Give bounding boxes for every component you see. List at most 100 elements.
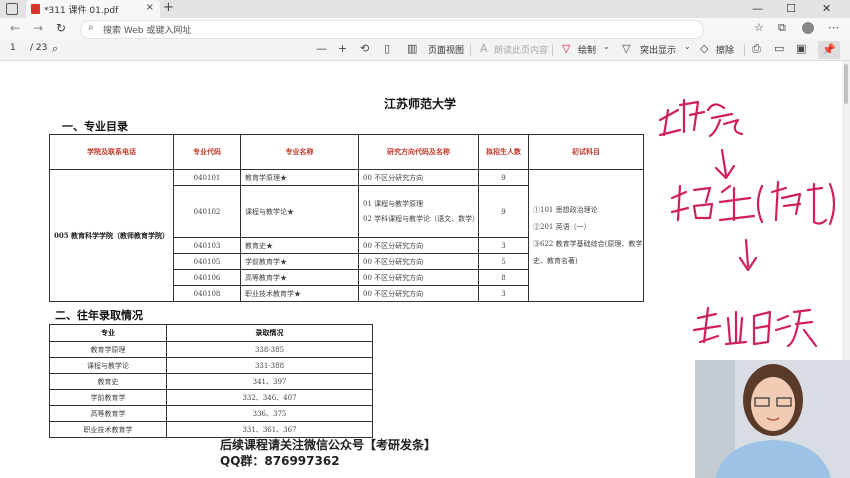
major-cell: 高等教育学 [49,405,167,422]
major-name: 教育学原理★ [240,169,359,186]
direction: 00 不区分研究方向 [358,253,479,270]
highlight-icon[interactable]: ▽ [622,42,630,55]
new-tab-button[interactable]: + [163,0,174,15]
address-bar[interactable]: ⌕ 搜索 Web 或键入网址 [80,20,704,39]
major-cell: 教育学原理 [49,341,167,358]
header-cell: 拟招生人数 [478,134,529,170]
subject-item: ③622 教育学基础综合(原理、教学史、教育名著) [533,239,643,265]
subject-item: ②201 英语（一） [533,222,591,231]
zoom-out-button[interactable]: — [316,42,327,55]
divider [470,44,471,56]
score-cell: 336、375 [166,405,373,422]
major-cell: 课程与教学论 [49,357,167,374]
tab-actions-icon[interactable] [6,3,18,15]
scrollbar[interactable] [842,61,850,361]
major-cell: 学前教育学 [49,389,167,406]
more-icon[interactable]: ⋯ [828,21,839,34]
presenter-video [695,360,850,478]
chevron-down-icon[interactable]: ⌄ [684,42,691,51]
page-view-icon[interactable]: ▥ [407,42,417,55]
table-row: 高等教育学 336、375 [49,405,373,422]
watermark-line1: 后续课程请关注微信公众号【考研发条】 [220,438,437,452]
table-row: 课程与教学论 331-388 [49,357,373,374]
score-cell: 338-385 [166,341,373,358]
enroll-count: 3 [478,285,529,302]
header-cell: 研究方向代码及名称 [358,134,479,170]
direction: 00 不区分研究方向 [358,169,479,186]
fit-icon[interactable]: ▭ [774,42,784,55]
window-close-button[interactable]: ✕ [822,2,831,15]
direction-line: 02 学科课程与教学论（语文、数学） [363,214,479,223]
erase-button[interactable]: 擦除 [716,43,734,56]
table-row: 学前教育学 332、346、407 [49,389,373,406]
major-code: 040108 [173,285,241,302]
highlight-button[interactable]: 突出显示 [640,43,676,56]
header-cell: 专业代码 [173,134,241,170]
direction: 00 不区分研究方向 [358,237,479,254]
collections-icon[interactable]: ⧉ [778,21,786,35]
pin-toolbar-button[interactable]: 📌 [818,41,840,59]
read-aloud-button[interactable]: 朗读此页内容 [494,43,548,56]
chevron-down-icon[interactable]: ⌄ [603,42,610,51]
direction: 00 不区分研究方向 [358,269,479,286]
score-cell: 332、346、407 [166,389,373,406]
page-total: / 23 [30,43,48,53]
favorites-icon[interactable]: ☆ [754,21,764,34]
major-code: 040102 [173,185,241,238]
save-icon[interactable]: ▣ [796,42,806,55]
search-icon: ⌕ [88,22,94,33]
eraser-icon[interactable]: ◇ [700,42,708,55]
enroll-count: 5 [478,253,529,270]
zoom-in-button[interactable]: + [338,42,347,55]
enroll-count: 9 [478,169,529,186]
major-name: 学前教育学★ [240,253,359,270]
tab-close-icon[interactable]: × [146,2,154,13]
tab-pdf[interactable]: *311 课件 01.pdf × [26,0,160,18]
admission-table: 专业 录取情况 教育学原理 338-385 课程与教学论 331-388 教育史… [49,324,373,438]
table-row: 教育史 341、397 [49,373,373,390]
header-cell: 录取情况 [166,324,373,342]
minimize-button[interactable]: — [752,2,763,15]
find-icon[interactable]: ⌕ [52,42,58,56]
catalog-table: 学院及联系电话 专业代码 专业名称 研究方向代码及名称 拟招生人数 初试科目 0… [49,134,644,302]
header-cell: 专业 [49,324,167,342]
subject-item: ①101 思想政治理论 [533,205,598,214]
forward-icon[interactable]: → [33,21,43,35]
address-placeholder: 搜索 Web 或键入网址 [103,26,192,36]
print-icon[interactable]: ⎙ [752,42,761,56]
major-name: 教育史★ [240,237,359,254]
major-name: 高等教育学★ [240,269,359,286]
major-code: 040103 [173,237,241,254]
score-cell: 341、397 [166,373,373,390]
table-header-row: 专业 录取情况 [49,324,373,342]
draw-icon[interactable]: ▽ [562,42,570,55]
refresh-icon[interactable]: ↻ [56,21,66,35]
header-cell: 专业名称 [240,134,359,170]
page-view-button[interactable]: 页面视图 [428,43,464,56]
major-code: 040105 [173,253,241,270]
watermark-line2: QQ群：876997362 [220,454,340,468]
table-header-row: 学院及联系电话 专业代码 专业名称 研究方向代码及名称 拟招生人数 初试科目 [49,134,644,170]
draw-button[interactable]: 绘制 [578,43,596,56]
maximize-button[interactable]: ☐ [786,2,796,15]
profile-avatar[interactable] [802,22,814,34]
enroll-count: 8 [478,269,529,286]
divider [552,44,553,56]
read-aloud-icon: A [480,42,488,55]
enroll-count: 3 [478,237,529,254]
webcam-overlay [695,360,850,478]
rotate-icon[interactable]: ▯ [384,42,390,55]
major-cell: 职业技术教育学 [49,421,167,438]
major-code: 040106 [173,269,241,286]
major-name: 职业技术教育学★ [240,285,359,302]
fit-page-icon[interactable]: ⟲ [360,42,369,55]
back-icon[interactable]: ← [10,21,20,35]
tab-title: *311 课件 01.pdf [44,6,119,16]
scrollbar-thumb[interactable] [844,64,848,104]
document-title: 江苏师范大学 [384,97,457,111]
page-number-input[interactable]: 1 [10,43,16,53]
table-row: 教育学原理 338-385 [49,341,373,358]
section-heading-admission: 二、往年录取情况 [55,309,143,322]
header-cell: 学院及联系电话 [49,134,174,170]
direction: 00 不区分研究方向 [358,285,479,302]
